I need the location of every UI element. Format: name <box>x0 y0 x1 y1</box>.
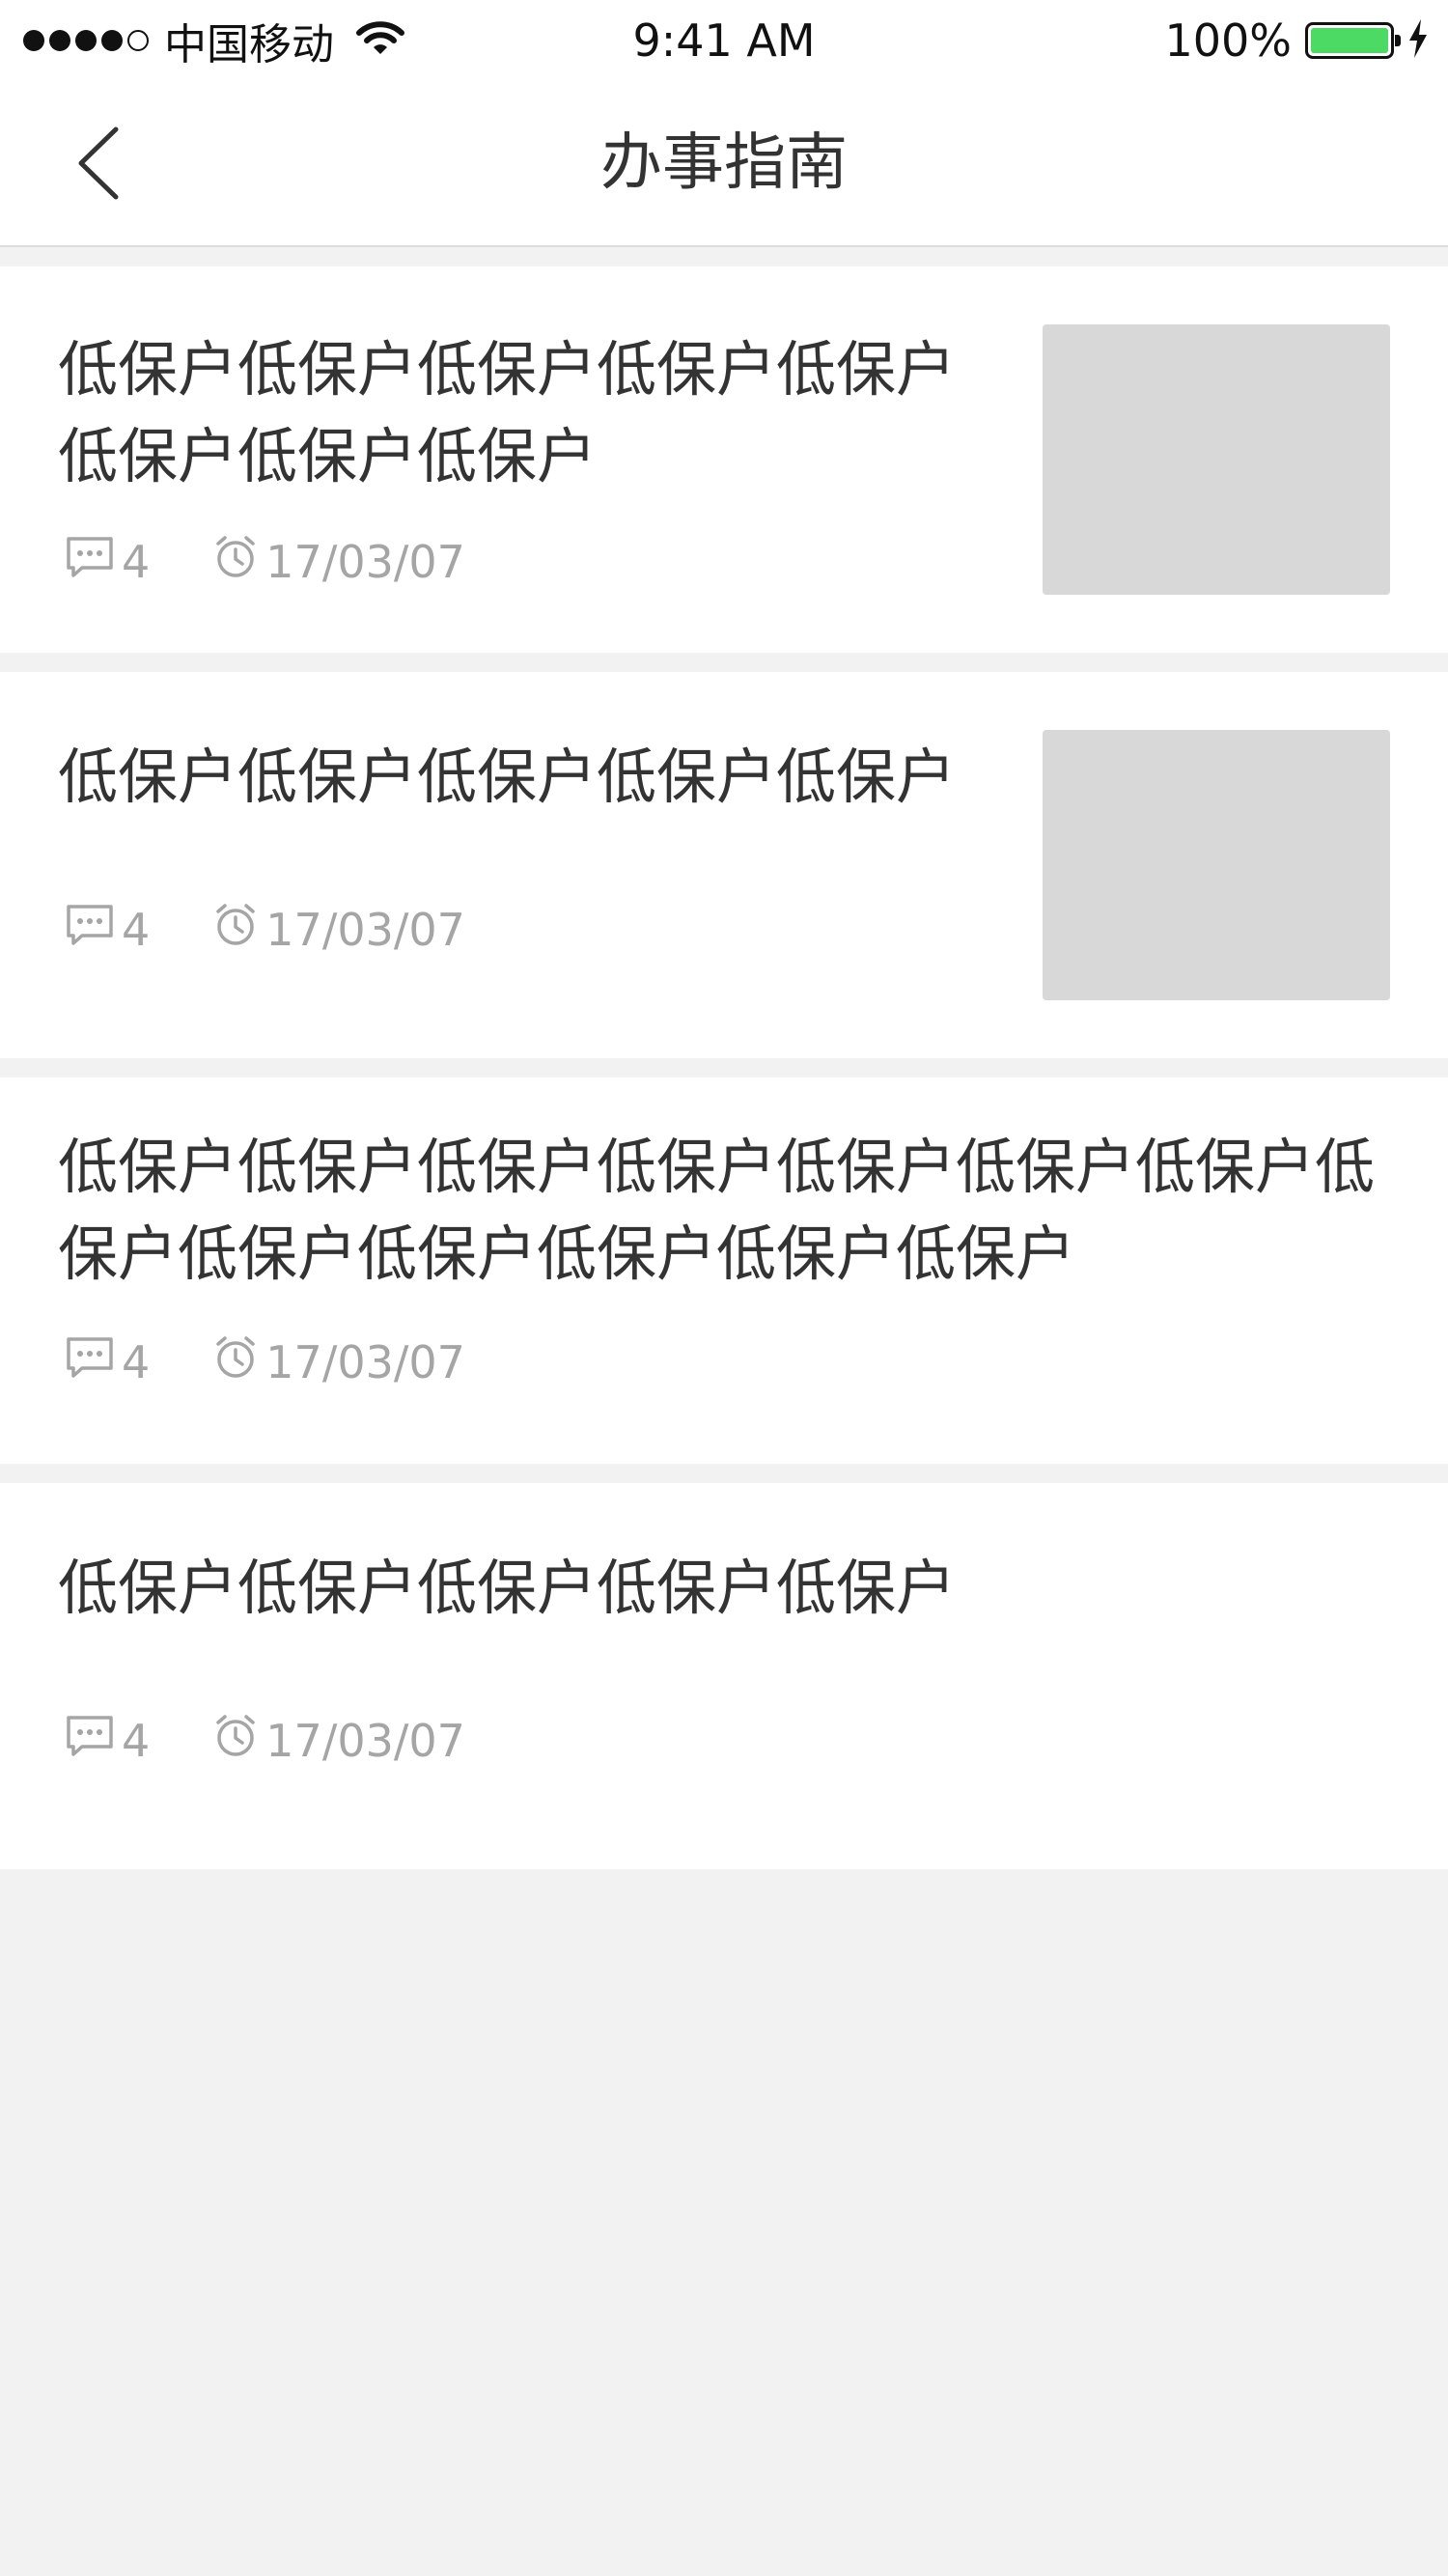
item-title: 低保户低保户低保户低保户低保户 <box>58 742 957 812</box>
list-item[interactable]: 低保户低保户低保户低保户低保户低保户低保户低保户 4 17/03/07 <box>0 266 1448 653</box>
charging-bolt-icon <box>1407 19 1429 62</box>
item-date: 17/03/07 <box>265 1336 465 1388</box>
clock-icon <box>213 903 258 958</box>
clock-icon <box>213 535 258 590</box>
item-thumbnail <box>1043 730 1390 1000</box>
comment-count: 4 <box>122 1336 151 1388</box>
comment-icon <box>66 536 114 589</box>
comment-icon <box>66 904 114 957</box>
comment-icon <box>66 1715 114 1768</box>
list-item[interactable]: 低保户低保户低保户低保户低保户低保户低保户低保户低保户低保户低保户低保户低保户 … <box>0 1078 1448 1464</box>
comment-count: 4 <box>122 536 151 588</box>
item-date: 17/03/07 <box>265 1715 465 1767</box>
status-bar: 中国移动 9:41 AM 100% <box>0 0 1448 81</box>
navigation-bar: 办事指南 <box>0 81 1448 247</box>
comment-count: 4 <box>122 1715 151 1767</box>
item-title: 低保户低保户低保户低保户低保户低保户低保户低保户 <box>58 334 957 491</box>
item-meta: 4 17/03/07 <box>66 1333 465 1391</box>
clock-icon <box>213 1714 258 1769</box>
clock-icon <box>213 1335 258 1390</box>
comment-count: 4 <box>122 904 151 956</box>
list-item[interactable]: 低保户低保户低保户低保户低保户 4 17/03/07 <box>0 1483 1448 1869</box>
item-title: 低保户低保户低保户低保户低保户低保户低保户低保户低保户低保户低保户低保户低保户 <box>58 1132 1376 1289</box>
page-title: 办事指南 <box>600 127 848 199</box>
battery-percent: 100% <box>1164 14 1292 67</box>
item-meta: 4 17/03/07 <box>66 533 465 591</box>
item-thumbnail <box>1043 324 1390 595</box>
item-title: 低保户低保户低保户低保户低保户 <box>58 1553 957 1623</box>
item-date: 17/03/07 <box>265 536 465 588</box>
battery-icon <box>1305 22 1401 59</box>
list-item[interactable]: 低保户低保户低保户低保户低保户 4 17/03/07 <box>0 672 1448 1058</box>
item-meta: 4 17/03/07 <box>66 1712 465 1770</box>
item-meta: 4 17/03/07 <box>66 901 465 959</box>
item-date: 17/03/07 <box>265 904 465 956</box>
status-bar-right: 100% <box>1164 12 1429 70</box>
comment-icon <box>66 1336 114 1389</box>
